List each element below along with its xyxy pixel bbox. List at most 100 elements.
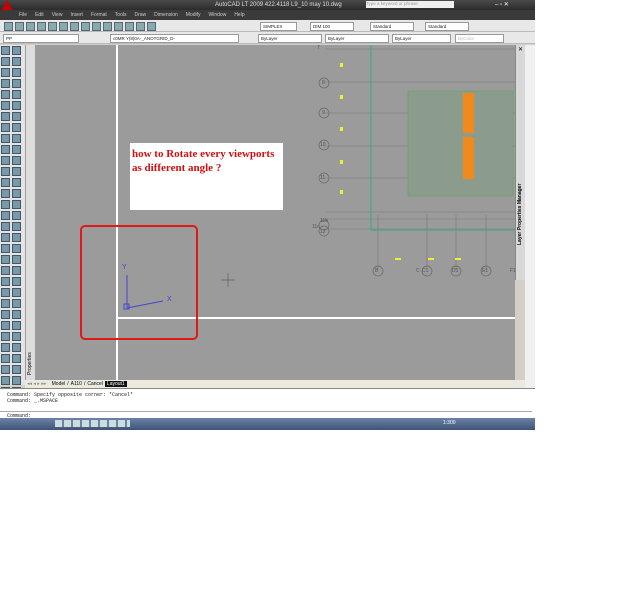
tool-icon[interactable] <box>12 101 21 110</box>
tool-icon[interactable] <box>12 167 21 176</box>
tool-icon[interactable] <box>12 332 21 341</box>
tab-model[interactable]: Model <box>50 381 68 387</box>
tool-icon[interactable] <box>12 310 21 319</box>
tool-icon[interactable] <box>1 211 10 220</box>
tool-icon[interactable] <box>12 211 21 220</box>
menu-draw[interactable]: Draw <box>134 12 146 18</box>
tool-icon[interactable] <box>1 79 10 88</box>
menu-view[interactable]: View <box>52 12 63 18</box>
tool-icon[interactable] <box>12 365 21 374</box>
tool-icon[interactable] <box>1 123 10 132</box>
menu-file[interactable]: File <box>19 12 27 18</box>
tool-icon[interactable] <box>12 343 21 352</box>
preview-icon[interactable] <box>48 22 57 31</box>
undo-icon[interactable] <box>92 22 101 31</box>
tool-icon[interactable] <box>12 123 21 132</box>
save-icon[interactable] <box>26 22 35 31</box>
redo-icon[interactable] <box>103 22 112 31</box>
tool-icon[interactable] <box>1 101 10 110</box>
tab-layout1[interactable]: Layout1 <box>104 381 127 387</box>
print-icon[interactable] <box>37 22 46 31</box>
tool-icon[interactable] <box>1 354 10 363</box>
cut-icon[interactable] <box>59 22 68 31</box>
tool-icon[interactable] <box>12 222 21 231</box>
layer-select[interactable]: c0MR Y(8)0A-_ANOTGRID_D- <box>110 34 239 43</box>
tool-icon[interactable] <box>1 68 10 77</box>
close-icon[interactable]: ✕ <box>518 46 523 53</box>
tool-icon[interactable] <box>12 57 21 66</box>
tool-icon[interactable] <box>1 277 10 286</box>
open-icon[interactable] <box>15 22 24 31</box>
tool-icon[interactable] <box>1 156 10 165</box>
text-style-select[interactable]: SIMPLEX <box>260 22 297 31</box>
menu-modify[interactable]: Modify <box>186 12 201 18</box>
tool-icon[interactable] <box>12 145 21 154</box>
menu-insert[interactable]: Insert <box>70 12 83 18</box>
tool-icon[interactable] <box>12 46 21 55</box>
color-select[interactable]: ByLayer <box>258 34 322 43</box>
copy-icon[interactable] <box>70 22 79 31</box>
tool-icon[interactable] <box>1 134 10 143</box>
tool-icon[interactable] <box>12 134 21 143</box>
menu-dimension[interactable]: Dimension <box>154 12 178 18</box>
tool-icon[interactable] <box>1 244 10 253</box>
tool-icon[interactable] <box>1 343 10 352</box>
lineweight-select[interactable]: ByLayer <box>392 34 451 43</box>
tool-icon[interactable] <box>12 255 21 264</box>
tool-icon[interactable] <box>1 266 10 275</box>
tool-icon[interactable] <box>12 200 21 209</box>
tool-icon[interactable] <box>1 233 10 242</box>
tool-icon[interactable] <box>1 178 10 187</box>
drawing-canvas[interactable]: Y X 789101111b11c12 BCC1D1E1F1 how to Ro… <box>35 45 515 380</box>
tool-icon[interactable] <box>12 156 21 165</box>
tool-icon[interactable] <box>12 288 21 297</box>
tool-icon[interactable] <box>12 354 21 363</box>
tool-icon[interactable] <box>12 178 21 187</box>
tool-icon[interactable] <box>12 277 21 286</box>
menu-format[interactable]: Format <box>91 12 107 18</box>
tool-icon[interactable] <box>1 255 10 264</box>
tool-icon[interactable] <box>12 299 21 308</box>
tool-icon[interactable] <box>1 57 10 66</box>
tool-icon[interactable] <box>1 90 10 99</box>
tool-icon[interactable] <box>1 189 10 198</box>
tool-icon[interactable] <box>12 90 21 99</box>
table-style-select[interactable]: Standard <box>370 22 414 31</box>
tool-icon[interactable] <box>1 200 10 209</box>
tool-icon[interactable] <box>12 79 21 88</box>
zoom-icon[interactable] <box>125 22 134 31</box>
tool-icon[interactable] <box>1 167 10 176</box>
pan-icon[interactable] <box>114 22 123 31</box>
search-input[interactable]: Type a keyword or phrase <box>366 1 454 8</box>
tool-icon[interactable] <box>12 189 21 198</box>
tool-icon[interactable] <box>1 46 10 55</box>
annotation-scale[interactable]: 1:300 <box>443 420 456 426</box>
tool-icon[interactable] <box>1 376 10 385</box>
tool-icon[interactable] <box>1 288 10 297</box>
tool-icon[interactable] <box>1 321 10 330</box>
help-icon[interactable] <box>147 22 156 31</box>
tool-icon[interactable] <box>1 310 10 319</box>
tool-icon[interactable] <box>1 112 10 121</box>
tool-icon[interactable] <box>12 112 21 121</box>
zoom-window-icon[interactable] <box>136 22 145 31</box>
new-icon[interactable] <box>4 22 13 31</box>
workspace-select[interactable]: PP <box>3 34 79 43</box>
tab-cancel[interactable]: Cancel <box>85 381 105 387</box>
tool-icon[interactable] <box>12 244 21 253</box>
tool-icon[interactable] <box>1 222 10 231</box>
vertical-scrollbar[interactable] <box>525 45 535 388</box>
dim-style-select[interactable]: DIM 100 <box>310 22 354 31</box>
tool-icon[interactable] <box>12 233 21 242</box>
tool-icon[interactable] <box>12 376 21 385</box>
tool-icon[interactable] <box>1 299 10 308</box>
mleader-style-select[interactable]: Standard <box>425 22 469 31</box>
drafting-toggles[interactable] <box>55 420 130 427</box>
menu-window[interactable]: Window <box>209 12 227 18</box>
tab-a110[interactable]: A110 <box>69 381 84 387</box>
paste-icon[interactable] <box>81 22 90 31</box>
tool-icon[interactable] <box>12 321 21 330</box>
tool-icon[interactable] <box>1 145 10 154</box>
tool-icon[interactable] <box>1 332 10 341</box>
menu-edit[interactable]: Edit <box>35 12 44 18</box>
